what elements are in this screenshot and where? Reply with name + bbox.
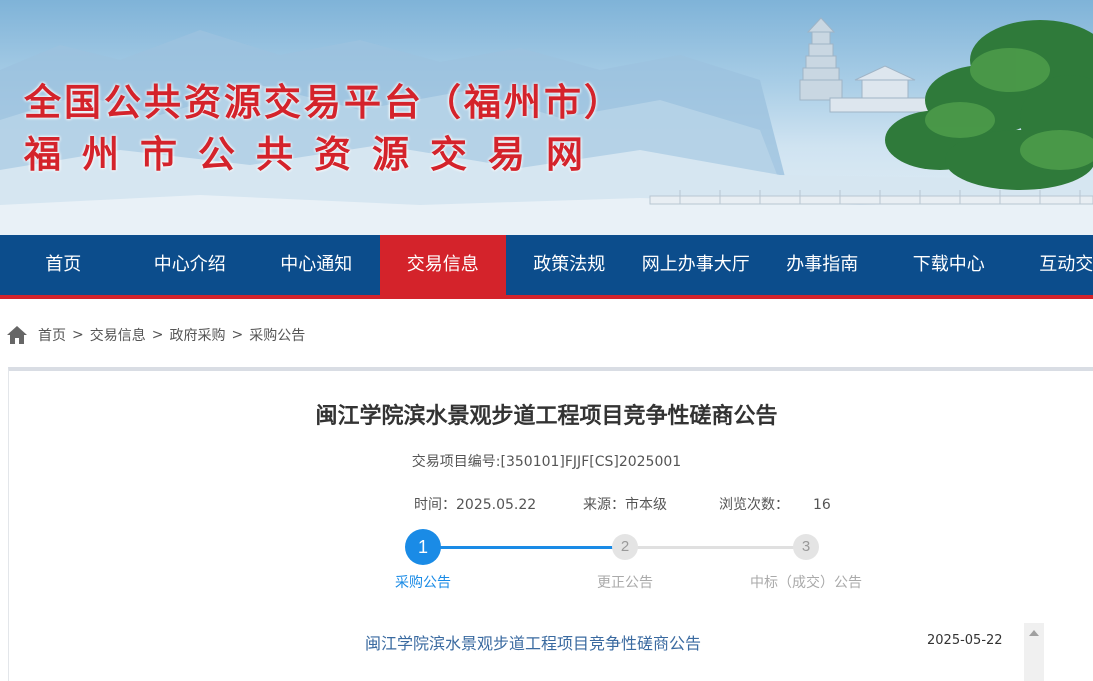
step-3-label[interactable]: 中标（成交）公告: [750, 572, 862, 592]
step-1-label[interactable]: 采购公告: [395, 572, 451, 592]
step-2-label[interactable]: 更正公告: [597, 572, 653, 592]
nav-item-downloads[interactable]: 下载中心: [886, 235, 1013, 295]
step-connector-inactive: [625, 546, 806, 549]
breadcrumb: 首页 > 交易信息 > 政府采购 > 采购公告: [6, 325, 305, 345]
meta-views-value: 16: [813, 497, 831, 513]
list-scrollbar[interactable]: [1024, 623, 1044, 681]
step-connector-active: [423, 546, 625, 549]
nav-item-guide[interactable]: 办事指南: [759, 235, 886, 295]
breadcrumb-separator: >: [231, 327, 244, 343]
meta-source-label: 来源：: [583, 497, 625, 513]
breadcrumb-home[interactable]: 首页: [38, 325, 66, 345]
meta-time-label: 时间：: [414, 497, 456, 513]
nav-item-interaction[interactable]: 互动交流: [1012, 235, 1093, 295]
step-1-circle[interactable]: 1: [405, 529, 441, 565]
breadcrumb-procurement-notice[interactable]: 采购公告: [249, 325, 305, 345]
home-icon: [7, 326, 27, 344]
nav-item-trade-info[interactable]: 交易信息: [379, 235, 506, 295]
breadcrumb-separator: >: [151, 327, 164, 343]
nav-item-home[interactable]: 首页: [0, 235, 127, 295]
site-title-line2: 福州市公共资源交易网: [24, 133, 604, 176]
nav-item-online-hall[interactable]: 网上办事大厅: [633, 235, 760, 295]
breadcrumb-gov-procurement[interactable]: 政府采购: [169, 325, 225, 345]
meta-views-label: 浏览次数：: [719, 497, 789, 513]
nav-item-center-notice[interactable]: 中心通知: [253, 235, 380, 295]
site-title-line1: 全国公共资源交易平台（福州市）: [24, 81, 624, 124]
step-3-circle[interactable]: 3: [793, 534, 819, 560]
breadcrumb-trade-info[interactable]: 交易信息: [90, 325, 146, 345]
nav-item-policy[interactable]: 政策法规: [506, 235, 633, 295]
meta-views: 浏览次数： 16: [719, 494, 831, 514]
meta-source: 来源：市本级: [583, 494, 667, 514]
list-item-title[interactable]: 闽江学院滨水景观步道工程项目竞争性磋商公告: [365, 630, 701, 654]
meta-time: 时间：2025.05.22: [414, 494, 536, 514]
article-title: 闽江学院滨水景观步道工程项目竞争性磋商公告: [315, 404, 778, 429]
main-nav: 首页 中心介绍 中心通知 交易信息 政策法规 网上办事大厅 办事指南 下载中心 …: [0, 235, 1093, 299]
step-2-circle[interactable]: 2: [612, 534, 638, 560]
scroll-up-icon[interactable]: [1029, 630, 1039, 636]
project-code: 交易项目编号:[350101]FJJF[CS]2025001: [411, 454, 682, 470]
meta-time-value: 2025.05.22: [456, 497, 537, 513]
header-banner: 全国公共资源交易平台（福州市） 福州市公共资源交易网: [0, 0, 1093, 235]
breadcrumb-separator: >: [72, 327, 84, 343]
nav-item-center-intro[interactable]: 中心介绍: [127, 235, 254, 295]
list-item-date: 2025-05-22: [927, 633, 1003, 648]
meta-source-value: 市本级: [625, 497, 667, 513]
